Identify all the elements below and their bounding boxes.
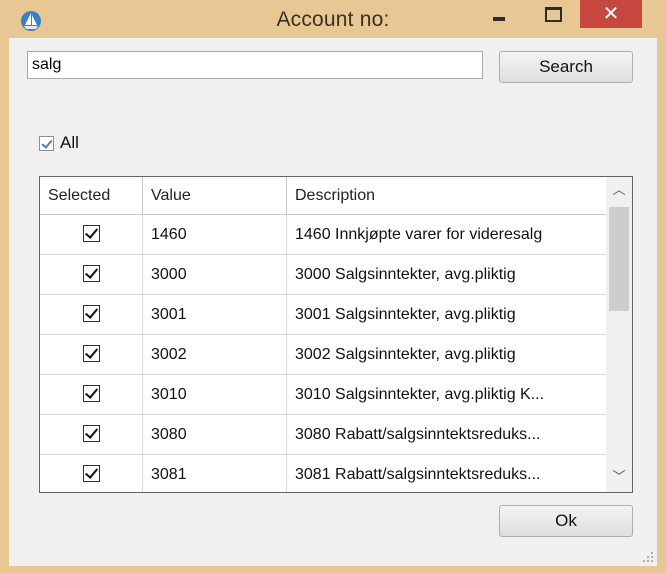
account-dialog: Account no: ✕ Search All Selected Value … [0,0,666,574]
value-cell: 3000 [143,255,287,294]
search-input[interactable] [27,51,483,79]
description-cell: 1460 Innkjøpte varer for videresalg [295,226,543,243]
value-cell: 3080 [143,415,287,454]
search-button[interactable]: Search [499,51,633,83]
table-row[interactable]: 3080 3080 Rabatt/salgsinntektsreduks... [40,415,606,455]
selected-cell[interactable] [40,455,143,492]
all-checkbox[interactable] [39,135,54,151]
selected-cell[interactable] [40,415,143,454]
scroll-down-icon[interactable]: ﹀ [606,464,632,492]
description-cell: 3081 Rabatt/salgsinntektsreduks... [295,466,541,483]
description-cell: 3010 Salgsinntekter, avg.pliktig K... [295,386,545,403]
resize-grip-icon[interactable] [641,550,655,564]
column-header-description[interactable]: Description [287,177,606,214]
table-body: 1460 1460 Innkjøpte varer for videresalg… [40,215,606,492]
row-checkbox[interactable] [82,344,100,362]
row-checkbox[interactable] [82,424,100,442]
title-bar[interactable]: Account no: ✕ [0,0,666,38]
selected-cell[interactable] [40,375,143,414]
value-cell: 3010 [143,375,287,414]
table-row[interactable]: 3002 3002 Salgsinntekter, avg.pliktig [40,335,606,375]
selected-cell[interactable] [40,295,143,334]
value-cell: 3081 [143,455,287,492]
row-checkbox[interactable] [82,464,100,482]
column-header-selected[interactable]: Selected [40,177,143,214]
ok-button[interactable]: Ok [499,505,633,537]
row-checkbox[interactable] [82,264,100,282]
close-icon: ✕ [602,1,620,25]
table-row[interactable]: 3000 3000 Salgsinntekter, avg.pliktig [40,255,606,295]
vertical-scrollbar[interactable]: ︿ ﹀ [606,177,632,492]
row-checkbox[interactable] [82,304,100,322]
row-checkbox[interactable] [82,384,100,402]
table-row[interactable]: 3001 3001 Salgsinntekter, avg.pliktig [40,295,606,335]
all-checkbox-row[interactable]: All [39,133,79,155]
table-header: Selected Value Description [40,177,606,215]
description-cell: 3002 Salgsinntekter, avg.pliktig [295,346,516,363]
selected-cell[interactable] [40,255,143,294]
accounts-table[interactable]: Selected Value Description 1460 1460 Inn… [39,176,633,493]
row-checkbox[interactable] [82,224,100,242]
column-header-value[interactable]: Value [143,177,287,214]
description-cell: 3000 Salgsinntekter, avg.pliktig [295,266,516,283]
scroll-up-icon[interactable]: ︿ [606,177,632,205]
value-cell: 3001 [143,295,287,334]
table-row[interactable]: 3081 3081 Rabatt/salgsinntektsreduks... [40,455,606,492]
maximize-button[interactable] [532,0,576,28]
all-checkbox-label: All [60,133,79,152]
description-cell: 3080 Rabatt/salgsinntektsreduks... [295,426,541,443]
value-cell: 3002 [143,335,287,374]
table-row[interactable]: 1460 1460 Innkjøpte varer for videresalg [40,215,606,255]
description-cell: 3001 Salgsinntekter, avg.pliktig [295,306,516,323]
selected-cell[interactable] [40,215,143,254]
value-cell: 1460 [143,215,287,254]
scrollbar-thumb[interactable] [609,207,629,311]
minimize-button[interactable] [478,0,522,28]
table-row[interactable]: 3010 3010 Salgsinntekter, avg.pliktig K.… [40,375,606,415]
close-button[interactable]: ✕ [580,0,642,28]
selected-cell[interactable] [40,335,143,374]
